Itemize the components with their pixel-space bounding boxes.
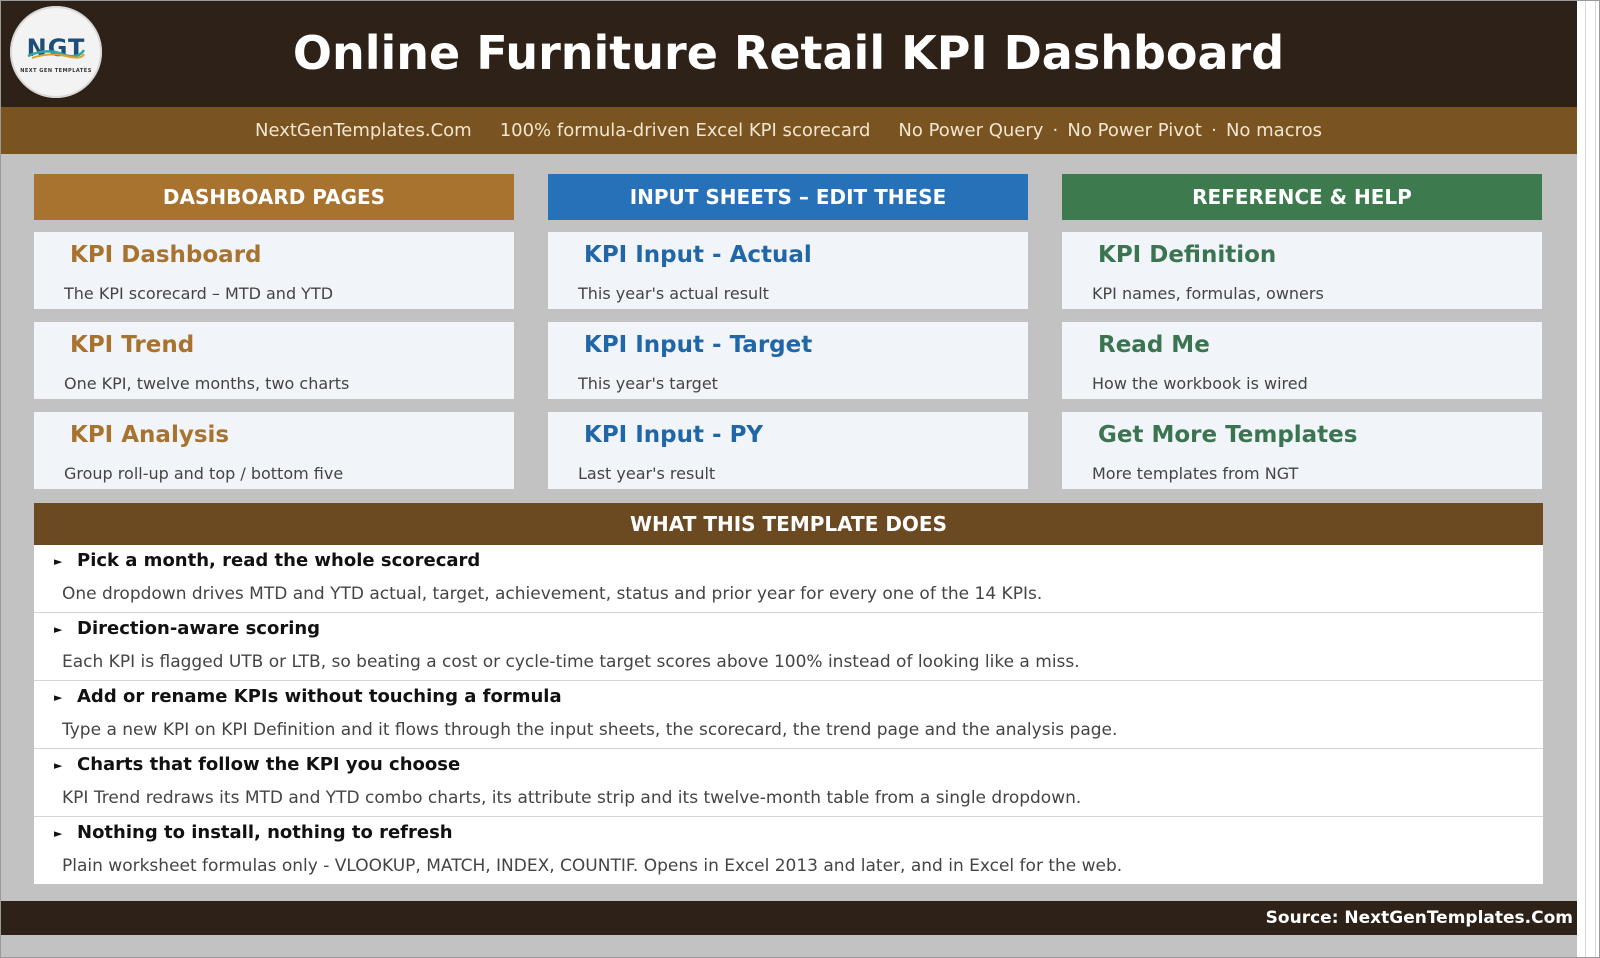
card-title: KPI Input - Target bbox=[584, 332, 813, 358]
card-subtitle: One KPI, twelve months, two charts bbox=[64, 374, 350, 393]
nav-card-read-me[interactable]: Read Me How the workbook is wired bbox=[1062, 322, 1542, 399]
feature-description: Each KPI is flagged UTB or LTB, so beati… bbox=[62, 652, 1080, 672]
feature-title: Direction-aware scoring bbox=[77, 618, 321, 639]
feature-item: ► Direction-aware scoring Each KPI is fl… bbox=[34, 613, 1543, 681]
tagline: 100% formula-driven Excel KPI scorecard bbox=[499, 120, 871, 141]
note-no-power-query: No Power Query bbox=[898, 120, 1044, 141]
card-title: KPI Input - PY bbox=[584, 422, 764, 448]
bullet-arrow-icon: ► bbox=[54, 691, 63, 704]
footer-bar: Source: NextGenTemplates.Com bbox=[0, 901, 1577, 935]
feature-title: Add or rename KPIs without touching a fo… bbox=[77, 686, 562, 707]
nav-card-kpi-analysis[interactable]: KPI Analysis Group roll-up and top / bot… bbox=[34, 412, 514, 489]
sheet-margin bbox=[1577, 0, 1600, 958]
card-subtitle: Last year's result bbox=[578, 464, 716, 483]
reference-help-header: REFERENCE & HELP bbox=[1062, 174, 1542, 220]
subtitle-bar: NextGenTemplates.Com 100% formula-driven … bbox=[0, 107, 1577, 154]
card-title: Get More Templates bbox=[1098, 422, 1358, 448]
card-subtitle: The KPI scorecard – MTD and YTD bbox=[64, 284, 334, 303]
feature-item: ► Nothing to install, nothing to refresh… bbox=[34, 817, 1543, 884]
card-subtitle: Group roll-up and top / bottom five bbox=[64, 464, 344, 483]
feature-title: Pick a month, read the whole scorecard bbox=[77, 550, 481, 571]
bullet-arrow-icon: ► bbox=[54, 623, 63, 636]
feature-description: Plain worksheet formulas only - VLOOKUP,… bbox=[62, 856, 1123, 876]
separator-dot: · bbox=[1211, 120, 1217, 141]
feature-title: Charts that follow the KPI you choose bbox=[77, 754, 461, 775]
card-subtitle: How the workbook is wired bbox=[1092, 374, 1308, 393]
card-title: KPI Analysis bbox=[70, 422, 230, 448]
nav-card-kpi-definition[interactable]: KPI Definition KPI names, formulas, owne… bbox=[1062, 232, 1542, 309]
features-header: WHAT THIS TEMPLATE DOES bbox=[34, 503, 1543, 545]
input-sheets-header: INPUT SHEETS – EDIT THESE bbox=[548, 174, 1028, 220]
card-title: KPI Dashboard bbox=[70, 242, 262, 268]
feature-description: One dropdown drives MTD and YTD actual, … bbox=[62, 584, 1043, 604]
note-no-macros: No macros bbox=[1225, 120, 1323, 141]
feature-title: Nothing to install, nothing to refresh bbox=[77, 822, 453, 843]
feature-item: ► Pick a month, read the whole scorecard… bbox=[34, 545, 1543, 613]
page-title: Online Furniture Retail KPI Dashboard bbox=[292, 26, 1285, 80]
nav-card-kpi-input-target[interactable]: KPI Input - Target This year's target bbox=[548, 322, 1028, 399]
card-title: KPI Input - Actual bbox=[584, 242, 812, 268]
feature-item: ► Charts that follow the KPI you choose … bbox=[34, 749, 1543, 817]
separator-dot: · bbox=[1052, 120, 1059, 141]
header-bar: NGT NEXT GEN TEMPLATES Online Furniture … bbox=[0, 0, 1577, 107]
card-subtitle: KPI names, formulas, owners bbox=[1092, 284, 1324, 303]
bullet-arrow-icon: ► bbox=[54, 827, 63, 840]
feature-description: KPI Trend redraws its MTD and YTD combo … bbox=[62, 788, 1082, 808]
feature-item: ► Add or rename KPIs without touching a … bbox=[34, 681, 1543, 749]
nav-card-kpi-trend[interactable]: KPI Trend One KPI, twelve months, two ch… bbox=[34, 322, 514, 399]
card-title: Read Me bbox=[1098, 332, 1210, 358]
nav-card-kpi-input-actual[interactable]: KPI Input - Actual This year's actual re… bbox=[548, 232, 1028, 309]
feature-description: Type a new KPI on KPI Definition and it … bbox=[62, 720, 1118, 740]
site-name: NextGenTemplates.Com bbox=[254, 120, 472, 141]
bullet-arrow-icon: ► bbox=[54, 555, 63, 568]
source-credit: Source: NextGenTemplates.Com bbox=[1265, 908, 1573, 928]
nav-card-kpi-input-py[interactable]: KPI Input - PY Last year's result bbox=[548, 412, 1028, 489]
nav-card-get-more-templates[interactable]: Get More Templates More templates from N… bbox=[1062, 412, 1542, 489]
card-subtitle: This year's actual result bbox=[578, 284, 769, 303]
card-subtitle: More templates from NGT bbox=[1092, 464, 1299, 483]
nav-card-kpi-dashboard[interactable]: KPI Dashboard The KPI scorecard – MTD an… bbox=[34, 232, 514, 309]
card-title: KPI Trend bbox=[70, 332, 195, 358]
card-title: KPI Definition bbox=[1098, 242, 1277, 268]
card-subtitle: This year's target bbox=[578, 374, 718, 393]
note-no-power-pivot: No Power Pivot bbox=[1067, 120, 1202, 141]
bullet-arrow-icon: ► bbox=[54, 759, 63, 772]
dashboard-pages-header: DASHBOARD PAGES bbox=[34, 174, 514, 220]
